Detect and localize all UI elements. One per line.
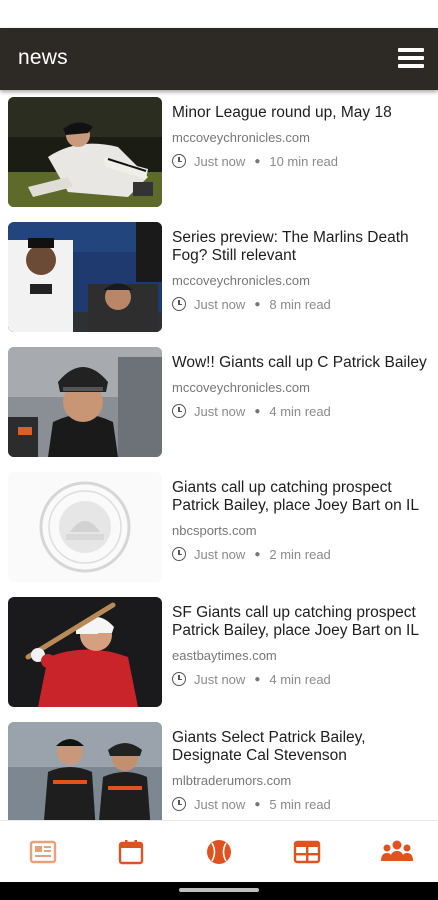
clock-icon (172, 404, 186, 418)
article-source: mccoveychronicles.com (172, 380, 310, 395)
article-time: Just now (194, 153, 246, 169)
hamburger-menu-icon[interactable] (398, 46, 424, 70)
article-headline[interactable]: Series preview: The Marlins Death Fog? S… (172, 229, 430, 265)
article-headline[interactable]: Wow!! Giants call up C Patrick Bailey (172, 354, 430, 372)
article-read-time: 4 min read (269, 671, 331, 687)
separator-dot: ● (254, 405, 261, 417)
separator-dot: ● (254, 155, 261, 167)
article-headline[interactable]: SF Giants call up catching prospect Patr… (172, 604, 430, 640)
article-meta: Just now ● 4 min read (172, 402, 331, 420)
clock-icon (172, 672, 186, 686)
article-thumbnail (8, 347, 162, 457)
article-source: mccoveychronicles.com (172, 273, 310, 288)
article-time: Just now (194, 296, 246, 312)
team-icon[interactable] (380, 837, 414, 867)
app-title: news (18, 46, 68, 69)
article-headline[interactable]: Minor League round up, May 18 (172, 104, 430, 122)
separator-dot: ● (254, 673, 261, 685)
article-read-time: 10 min read (269, 153, 339, 169)
article-read-time: 4 min read (269, 403, 331, 419)
news-item[interactable]: Giants Select Patrick Bailey, Designate … (0, 715, 438, 820)
article-meta: Just now ● 8 min read (172, 295, 331, 313)
separator-dot: ● (254, 798, 261, 810)
article-thumbnail (8, 722, 162, 820)
article-time: Just now (194, 403, 246, 419)
news-list: Minor League round up, May 18 mccoveychr… (0, 90, 438, 820)
newspaper-icon[interactable] (28, 837, 58, 867)
article-read-time: 5 min read (269, 796, 331, 812)
baseball-icon[interactable] (204, 837, 234, 867)
article-time: Just now (194, 796, 246, 812)
article-time: Just now (194, 546, 246, 562)
article-source: mccoveychronicles.com (172, 130, 310, 145)
article-thumbnail (8, 222, 162, 332)
article-source: mlbtraderumors.com (172, 773, 292, 788)
article-meta: Just now ● 2 min read (172, 545, 331, 563)
news-item[interactable]: Minor League round up, May 18 mccoveychr… (0, 90, 438, 208)
status-bar (0, 0, 438, 28)
table-icon[interactable] (292, 837, 322, 867)
gesture-bar (0, 882, 438, 900)
article-thumbnail (8, 597, 162, 707)
article-meta: Just now ● 4 min read (172, 670, 331, 688)
article-headline[interactable]: Giants Select Patrick Bailey, Designate … (172, 729, 430, 765)
news-item[interactable]: Giants call up catching prospect Patrick… (0, 465, 438, 583)
bottom-navigation (0, 820, 438, 883)
article-thumbnail (8, 97, 162, 207)
clock-icon (172, 297, 186, 311)
app-bar: news (0, 28, 438, 90)
separator-dot: ● (254, 548, 261, 560)
calendar-icon[interactable] (116, 837, 146, 867)
article-read-time: 2 min read (269, 546, 331, 562)
clock-icon (172, 154, 186, 168)
article-thumbnail (8, 472, 162, 582)
article-source: nbcsports.com (172, 523, 257, 538)
news-item[interactable]: Series preview: The Marlins Death Fog? S… (0, 215, 438, 333)
news-item[interactable]: SF Giants call up catching prospect Patr… (0, 590, 438, 708)
separator-dot: ● (254, 298, 261, 310)
article-headline[interactable]: Giants call up catching prospect Patrick… (172, 479, 430, 515)
clock-icon (172, 797, 186, 811)
home-indicator[interactable] (179, 888, 259, 892)
news-item[interactable]: Wow!! Giants call up C Patrick Bailey mc… (0, 340, 438, 458)
article-read-time: 8 min read (269, 296, 331, 312)
article-meta: Just now ● 10 min read (172, 152, 338, 170)
clock-icon (172, 547, 186, 561)
article-time: Just now (194, 671, 246, 687)
article-meta: Just now ● 5 min read (172, 795, 331, 813)
article-source: eastbaytimes.com (172, 648, 277, 663)
